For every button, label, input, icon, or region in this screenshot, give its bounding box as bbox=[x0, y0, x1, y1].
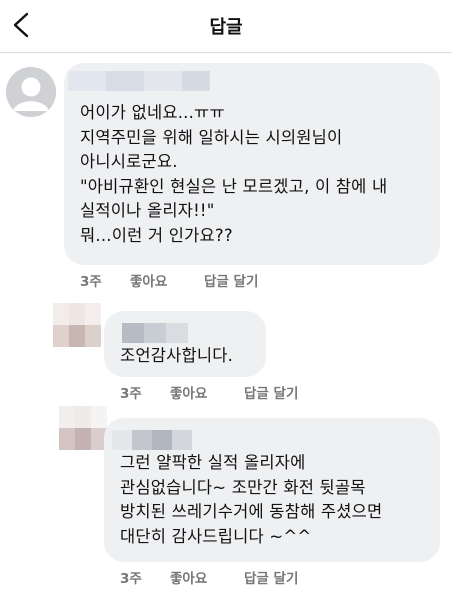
avatar[interactable] bbox=[59, 406, 107, 450]
reply-thread-screen: 답글 어이가 없네요...ㅠㅠ 지역주민을 위해 일하시는 시의원님이 아니시로… bbox=[0, 0, 452, 613]
comment-bubble[interactable]: 그런 얄팍한 실적 올리자에 관심없습니다~ 조만간 화전 뒷골목 방치된 쓰레… bbox=[104, 418, 440, 562]
reply-item: 그런 얄팍한 실적 올리자에 관심없습니다~ 조만간 화전 뒷골목 방치된 쓰레… bbox=[0, 0, 452, 613]
comment-time: 3주 bbox=[120, 571, 142, 587]
author-name-redacted bbox=[112, 430, 192, 450]
reply-button[interactable]: 답글 달기 bbox=[244, 567, 298, 587]
comment-text: 그런 얄팍한 실적 올리자에 관심없습니다~ 조만간 화전 뒷골목 방치된 쓰레… bbox=[120, 453, 383, 546]
comment-meta: 3주 좋아요 답글 달기 bbox=[120, 567, 298, 587]
like-button[interactable]: 좋아요 bbox=[170, 567, 244, 587]
